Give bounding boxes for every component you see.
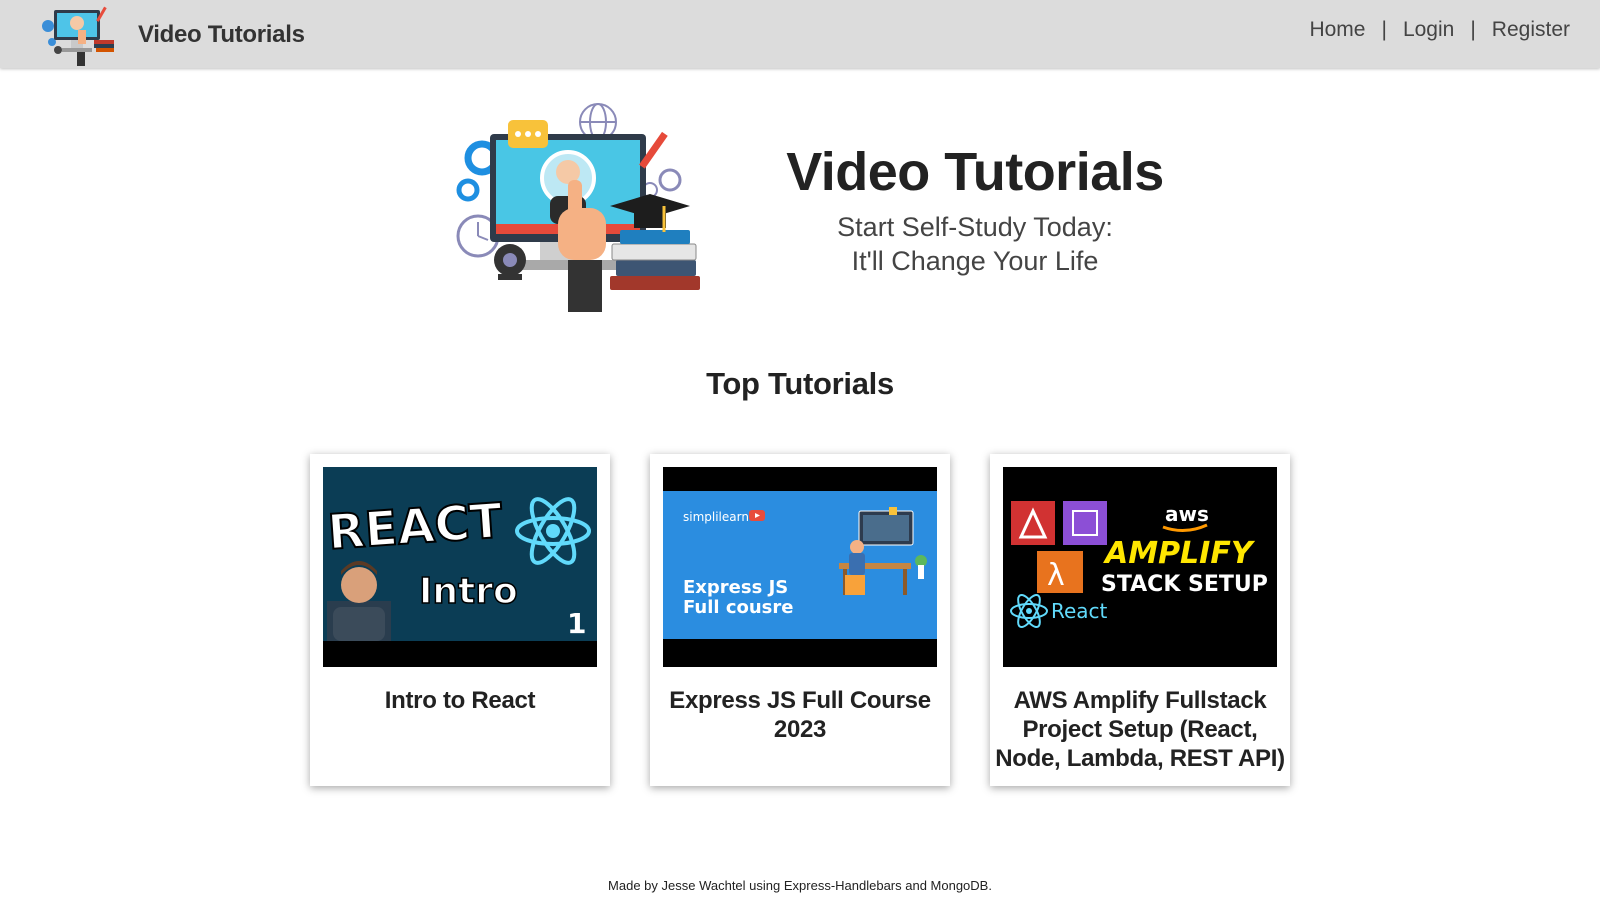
hero-subtitle-line1: Start Self-Study Today: [837,211,1113,242]
thumb-amplify-text: AMPLIFY [1103,536,1256,571]
card-title[interactable]: AWS Amplify Fullstack Project Setup (Rea… [994,686,1286,773]
hero-subtitle-line2: It'll Change Your Life [851,246,1099,277]
nav-separator: | [1381,18,1387,41]
nav-home-link[interactable]: Home [1309,18,1365,42]
logo-icon [42,6,114,66]
thumb-intro-text: Intro [419,571,518,612]
card-title[interactable]: Express JS Full Course 2023 [654,686,946,744]
svg-text:λ: λ [1047,558,1065,593]
brand-link[interactable]: Video Tutorials [40,4,305,66]
card-title[interactable]: Intro to React [314,686,606,715]
thumb-brand-text: simplilearn [683,510,749,524]
api-gateway-icon [1063,501,1107,545]
tutorial-cards: REACT Intro 1 Intro to React simplilearn [310,454,1290,786]
aws-logo-text: aws [1165,502,1209,526]
navbar: Video Tutorials Home | Login | Register [0,0,1600,68]
brand-title: Video Tutorials [138,21,305,48]
thumb-react-label: React [1051,599,1108,623]
video-thumbnail[interactable]: simplilearn Express JS Full cousre [663,467,937,667]
footer-text: Made by Jesse Wachtel using Express-Hand… [608,878,992,893]
thumb-badge-text: 1 [567,607,586,640]
thumb-line2-text: Full cousre [683,597,793,618]
nav-separator: | [1470,18,1476,41]
nav-login-link[interactable]: Login [1403,18,1454,42]
hero-text: Video Tutorials Start Self-Study Today: … [760,140,1190,278]
tutorial-card[interactable]: REACT Intro 1 Intro to React [310,454,610,786]
section-heading: Top Tutorials [706,366,894,401]
nav-register-link[interactable]: Register [1492,18,1570,42]
tutorial-card[interactable]: simplilearn Express JS Full cousre Expre… [650,454,950,786]
amplify-icon [1011,501,1055,545]
hero-illustration [456,103,700,312]
lambda-icon: λ [1037,551,1083,593]
tutorial-card[interactable]: λ React aws AMPLIFY STACK SETUP AWS Ampl… [990,454,1290,786]
video-thumbnail[interactable]: REACT Intro 1 [323,467,597,667]
thumb-line1-text: Express JS [683,577,788,598]
video-thumbnail[interactable]: λ React aws AMPLIFY STACK SETUP [1003,467,1277,667]
thumb-stack-setup-text: STACK SETUP [1101,572,1268,597]
nav-links: Home | Login | Register [1309,18,1570,42]
hero-title: Video Tutorials [786,142,1164,202]
